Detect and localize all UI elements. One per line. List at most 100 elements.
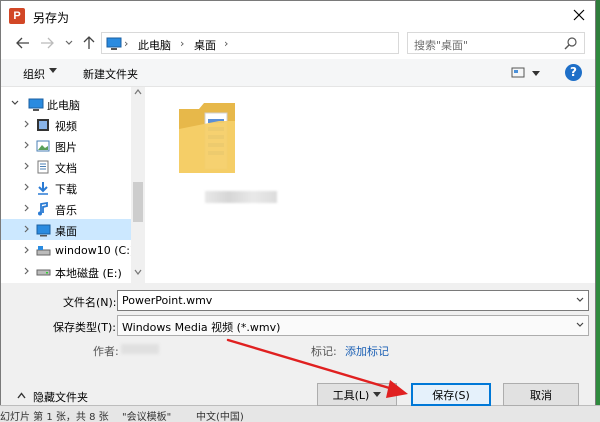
nav-item-music[interactable]: 音乐 (1, 198, 131, 219)
local-disk-icon (35, 264, 51, 280)
nav-label: window10 (C:) (55, 244, 135, 257)
breadcrumb-separator: › (124, 37, 129, 50)
tags-label: 标记: (311, 345, 337, 358)
powerpoint-icon: P (9, 8, 25, 24)
chevron-up-icon (17, 392, 26, 399)
save-as-dialog: P 另存为 › 此电脑 › 桌面 › 搜索"桌面" 组织 新建文件夹 ? 此电脑… (0, 0, 596, 406)
tools-button-label: 工具(L) (332, 388, 370, 402)
add-tags-link[interactable]: 添加标记 (345, 343, 389, 359)
command-toolbar: 组织 新建文件夹 ? (1, 59, 595, 87)
nav-item-drive-e[interactable]: 本地磁盘 (E:) (1, 261, 131, 282)
close-button[interactable] (565, 3, 593, 27)
search-icon (564, 37, 577, 50)
back-button[interactable] (15, 35, 31, 51)
chevron-right-icon (24, 225, 29, 233)
address-bar[interactable]: › 此电脑 › 桌面 › (101, 32, 492, 54)
organize-button[interactable]: 组织 (23, 66, 45, 82)
scrollbar-thumb[interactable] (133, 182, 143, 222)
nav-label: 本地磁盘 (E:) (55, 267, 122, 280)
save-options: 文件名(N): PowerPoint.wmv 保存类型(T): Windows … (1, 283, 595, 406)
computer-icon (106, 37, 122, 50)
tools-button[interactable]: 工具(L) (317, 383, 397, 406)
new-folder-button[interactable]: 新建文件夹 (83, 66, 138, 82)
breadcrumb-separator: › (180, 37, 185, 50)
desktop-folder-icon (35, 222, 51, 238)
help-button[interactable]: ? (565, 64, 582, 81)
nav-item-drive-c[interactable]: window10 (C:) (1, 240, 135, 261)
filename-field[interactable]: PowerPoint.wmv (117, 290, 589, 311)
chevron-down-icon (65, 40, 73, 45)
close-icon (573, 9, 585, 21)
system-drive-icon (35, 243, 51, 259)
hide-folders-label: 隐藏文件夹 (33, 391, 88, 404)
scroll-down-icon[interactable] (134, 269, 142, 275)
chevron-down-icon[interactable] (576, 297, 584, 303)
folder-icon (179, 103, 235, 173)
status-slide-count: 幻灯片 第 1 张，共 8 张 (0, 412, 109, 422)
nav-item-pictures[interactable]: 图片 (1, 135, 131, 156)
save-type-value: Windows Media 视频 (*.wmv) (122, 321, 281, 334)
nav-label: 下载 (55, 183, 77, 196)
nav-label: 音乐 (55, 204, 77, 217)
forward-button[interactable] (39, 35, 55, 51)
up-button[interactable] (81, 35, 97, 51)
breadcrumb-desktop[interactable]: 桌面 (194, 37, 216, 53)
chevron-down-icon (11, 100, 19, 105)
nav-label: 文档 (55, 162, 77, 175)
search-placeholder: 搜索"桌面" (414, 39, 469, 52)
computer-icon (28, 96, 44, 112)
nav-label: 图片 (55, 141, 77, 154)
background-status-bar: 幻灯片 第 1 张，共 8 张 "会议模板" 中文(中国) (0, 405, 600, 422)
download-folder-icon (35, 180, 51, 196)
pictures-folder-icon (35, 138, 51, 154)
cancel-button-label: 取消 (530, 388, 552, 402)
nav-label: 此电脑 (47, 99, 80, 112)
breadcrumb-this-pc[interactable]: 此电脑 (138, 37, 171, 53)
author-value-redacted (121, 344, 159, 354)
nav-label: 视频 (55, 120, 77, 133)
chevron-right-icon (24, 162, 29, 170)
background-app-edge (596, 40, 600, 422)
nav-label: 桌面 (55, 225, 77, 238)
forward-arrow-icon (41, 37, 54, 49)
chevron-right-icon (24, 204, 29, 212)
recent-locations-button[interactable] (61, 35, 77, 51)
chevron-right-icon (24, 183, 29, 191)
author-label: 作者: (93, 345, 119, 358)
documents-folder-icon (35, 159, 51, 175)
title-bar: P 另存为 (1, 1, 595, 31)
chevron-down-icon (49, 68, 57, 73)
file-list (147, 87, 595, 283)
scroll-up-icon[interactable] (134, 89, 142, 95)
navigation-scrollbar[interactable] (131, 87, 145, 283)
folder-name-redacted (205, 191, 277, 203)
back-arrow-icon (16, 37, 29, 49)
chevron-right-icon (24, 267, 29, 275)
chevron-down-icon[interactable] (576, 322, 584, 328)
dialog-title: 另存为 (33, 11, 70, 25)
view-list-icon (511, 67, 540, 78)
nav-item-documents[interactable]: 文档 (1, 156, 131, 177)
nav-item-this-pc[interactable]: 此电脑 (1, 93, 131, 114)
chevron-right-icon (24, 246, 29, 254)
music-folder-icon (35, 201, 51, 217)
nav-item-downloads[interactable]: 下载 (1, 177, 131, 198)
nav-item-videos[interactable]: 视频 (1, 114, 131, 135)
cancel-button[interactable]: 取消 (503, 383, 579, 406)
filename-value: PowerPoint.wmv (122, 294, 213, 307)
filename-label: 文件名(N): (63, 296, 117, 309)
save-type-label: 保存类型(T): (53, 321, 117, 334)
navigation-pane: 此电脑 视频 图片 文档 下载 音乐 桌面 window10 (C:) 本地磁盘… (1, 87, 146, 283)
status-template-name: "会议模板" (122, 412, 172, 422)
save-button[interactable]: 保存(S) (411, 383, 491, 406)
view-options-button[interactable] (509, 64, 545, 82)
save-type-select[interactable]: Windows Media 视频 (*.wmv) (117, 315, 589, 336)
folder-item[interactable] (177, 99, 277, 203)
breadcrumb-separator: › (224, 37, 229, 50)
search-box[interactable]: 搜索"桌面" (407, 32, 585, 54)
nav-item-desktop[interactable]: 桌面 (1, 219, 131, 240)
triangle-down-icon (373, 392, 382, 397)
status-language: 中文(中国) (196, 412, 244, 422)
save-button-label: 保存(S) (432, 388, 470, 402)
up-arrow-icon (83, 36, 95, 49)
